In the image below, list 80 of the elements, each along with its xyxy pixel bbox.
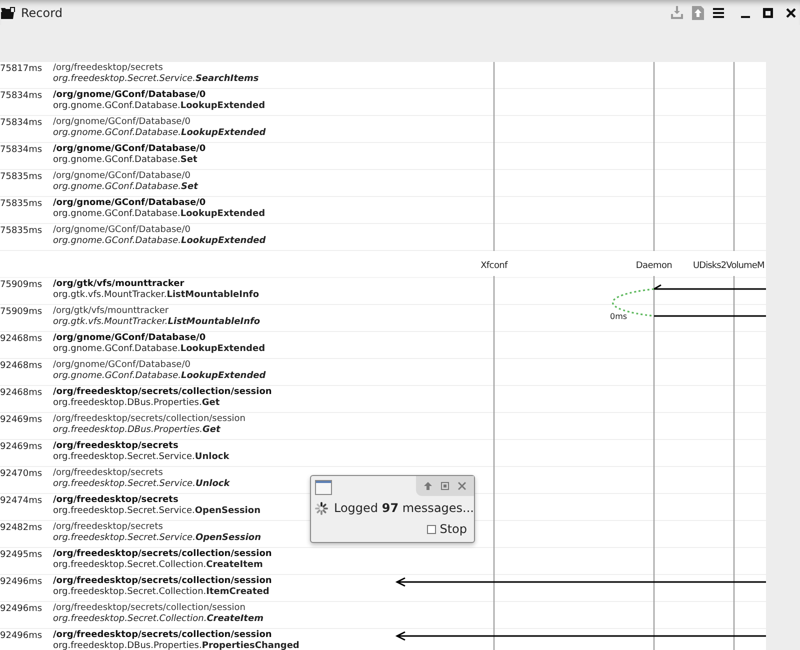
timestamp: 75835ms — [0, 171, 44, 183]
download-icon[interactable] — [671, 6, 683, 19]
method-name: org.freedesktop.DBus.Properties.PropertiesChanged — [53, 641, 300, 650]
method-name: org.freedesktop.Secret.Collection.ItemCreated — [53, 587, 270, 598]
object-path: /org/freedesktop/secrets — [53, 63, 164, 74]
object-path: /org/gtk/vfs/mounttracker — [53, 279, 186, 290]
object-path: /org/gnome/GConf/Database/0 — [53, 171, 192, 182]
up-arrow-icon[interactable] — [424, 482, 432, 490]
method-name: org.freedesktop.Secret.Service.Unlock — [53, 452, 230, 463]
object-path: /org/freedesktop/secrets — [53, 441, 180, 452]
object-path: /org/freedesktop/secrets/collection/session — [53, 414, 246, 425]
method-name: org.freedesktop.Secret.Service.OpenSession — [53, 533, 262, 544]
method-name: org.gnome.GConf.Database.LookupExtended — [53, 209, 266, 220]
timestamp: 92496ms — [0, 576, 44, 588]
timestamp: 92495ms — [0, 549, 44, 561]
maximize-icon[interactable] — [763, 8, 773, 18]
object-path: /org/gnome/GConf/Database/0 — [53, 333, 207, 344]
timestamp: 92470ms — [0, 468, 44, 480]
timestamp: 92468ms — [0, 387, 44, 399]
object-path: /org/freedesktop/secrets/collection/session — [53, 603, 246, 614]
lane-label: UDisks2VolumeM — [693, 260, 764, 273]
method-name: org.freedesktop.Secret.Collection.CreateItem — [53, 560, 264, 571]
timestamp: 75835ms — [0, 198, 44, 210]
method-name: org.freedesktop.DBus.Properties.Get — [53, 398, 221, 409]
object-path: /org/gnome/GConf/Database/0 — [53, 360, 192, 371]
lane-label: Xfconf — [480, 260, 508, 273]
timestamp: 92474ms — [0, 495, 44, 507]
method-name: org.gtk.vfs.MountTracker.ListMountableInfo — [53, 290, 259, 301]
upload-icon[interactable] — [692, 6, 704, 20]
method-name: org.gnome.GConf.Database.LookupExtended — [53, 128, 266, 139]
method-name: org.freedesktop.Secret.Service.Unlock — [53, 479, 230, 490]
object-path: /org/freedesktop/secrets — [53, 468, 164, 479]
method-name: org.gnome.GConf.Database.LookupExtended — [53, 236, 266, 247]
timestamp: 92496ms — [0, 630, 44, 642]
progress-message: Logged 97 messages... — [334, 500, 474, 517]
stop-label[interactable]: Stop — [440, 520, 467, 538]
timestamp: 75909ms — [0, 306, 44, 318]
timestamp: 92469ms — [0, 414, 44, 426]
duration-label: 0ms — [610, 311, 628, 323]
folder-icon — [1, 6, 15, 19]
timestamp: 75834ms — [0, 144, 44, 156]
object-path: /org/freedesktop/secrets/collection/session — [53, 549, 272, 560]
method-name: org.gtk.vfs.MountTracker.ListMountableInfo — [53, 317, 260, 328]
menu-icon[interactable] — [713, 8, 724, 18]
close-icon[interactable] — [786, 8, 796, 18]
object-path: /org/gtk/vfs/mounttracker — [53, 306, 170, 317]
object-path: /org/freedesktop/secrets/collection/session — [53, 387, 272, 398]
object-path: /org/freedesktop/secrets/collection/session — [53, 576, 272, 587]
method-name: org.freedesktop.Secret.Collection.CreateItem — [53, 614, 264, 625]
timestamp: 75834ms — [0, 117, 44, 129]
method-name: org.freedesktop.DBus.Properties.Get — [53, 425, 222, 436]
timestamp: 75835ms — [0, 225, 44, 237]
timestamp: 92482ms — [0, 522, 44, 534]
timestamp: 75817ms — [0, 63, 44, 75]
object-path: /org/freedesktop/secrets — [53, 495, 180, 506]
object-path: /org/gnome/GConf/Database/0 — [53, 198, 207, 209]
method-name: org.freedesktop.Secret.Service.SearchItems — [53, 74, 259, 85]
lane-label: Daemon — [636, 260, 672, 273]
timestamp: 75909ms — [0, 279, 44, 291]
timestamp: 92496ms — [0, 603, 44, 615]
object-path: /org/gnome/GConf/Database/0 — [53, 117, 192, 128]
window-icon — [315, 480, 332, 495]
spinner-icon — [315, 502, 328, 514]
method-name: org.gnome.GConf.Database.LookupExtended — [53, 371, 266, 382]
object-path: /org/gnome/GConf/Database/0 — [53, 144, 206, 155]
timestamp: 92468ms — [0, 333, 44, 345]
window-title: Record — [21, 4, 62, 22]
method-name: org.freedesktop.Secret.Service.OpenSession — [53, 506, 260, 517]
object-path: /org/freedesktop/secrets/collection/session — [53, 630, 273, 641]
timestamp: 92468ms — [0, 360, 44, 372]
object-path: /org/freedesktop/secrets — [53, 522, 164, 533]
method-name: org.gnome.GConf.Database.Set — [53, 155, 198, 166]
timestamp: 92469ms — [0, 441, 44, 453]
method-name: org.gnome.GConf.Database.LookupExtended — [53, 101, 266, 112]
method-name: org.gnome.GConf.Database.Set — [53, 182, 198, 193]
stop-checkbox[interactable] — [426, 524, 436, 534]
timestamp: 75834ms — [0, 90, 44, 102]
method-name: org.gnome.GConf.Database.LookupExtended — [53, 344, 266, 355]
object-path: /org/gnome/GConf/Database/0 — [53, 225, 192, 236]
object-path: /org/gnome/GConf/Database/0 — [53, 90, 207, 101]
